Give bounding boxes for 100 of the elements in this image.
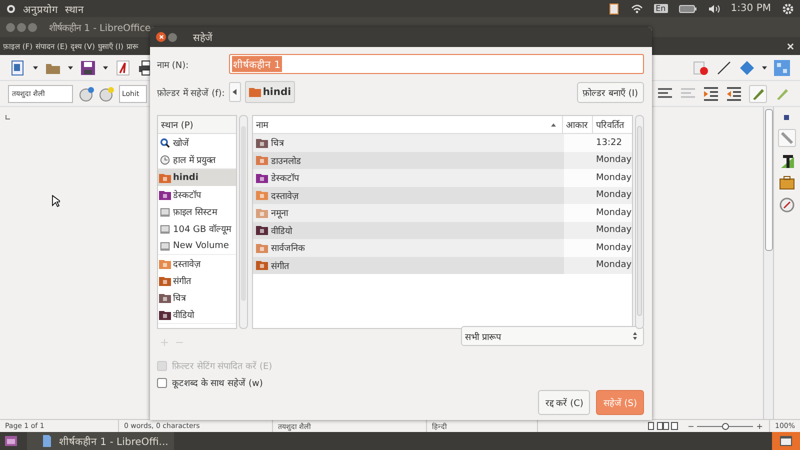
taskbar-window-title: शीर्षकहीन 1 - LibreOffi... (59, 435, 168, 448)
file-name-cell[interactable]: नमूना (253, 204, 564, 222)
sidebar-menu-icon[interactable] (782, 113, 792, 123)
file-name-cell[interactable]: दस्तावेज़ (253, 186, 564, 204)
place-item[interactable]: खोजें (158, 134, 236, 151)
caret-icon[interactable] (103, 66, 108, 70)
file-row[interactable]: संगीत Monday (253, 256, 632, 274)
place-item[interactable]: hindi (158, 169, 236, 186)
modified-cell-text: 13:22 (595, 136, 623, 150)
file-row[interactable]: नमूना Monday (253, 204, 632, 222)
folder-icon (256, 242, 268, 253)
file-name-cell[interactable]: वीडियो (253, 222, 564, 239)
clock-icon (159, 154, 171, 164)
mouse-pointer-icon (52, 195, 60, 207)
file-name-cell[interactable]: डाउनलोड (253, 152, 564, 169)
places-header[interactable]: स्थान (P) (158, 116, 236, 134)
file-list-scrollbar[interactable] (635, 115, 644, 329)
caret-icon[interactable] (68, 66, 73, 70)
volume-icon[interactable] (708, 2, 720, 14)
place-item[interactable]: फ़ाइल सिस्टम (158, 203, 236, 220)
place-item[interactable]: संगीत (158, 272, 236, 289)
page-view-icon[interactable] (648, 422, 678, 430)
highlighter-icon[interactable] (749, 84, 767, 102)
taskbar-window-button[interactable]: शीर्षकहीन 1 - LibreOffi... (27, 432, 174, 450)
modified-cell-text: Monday (595, 224, 632, 238)
place-item[interactable]: New Volume (158, 237, 236, 254)
briefcase-icon[interactable] (779, 175, 795, 191)
dialog-minimize-button[interactable] (168, 32, 177, 42)
zoom-out-button[interactable]: − (688, 422, 694, 430)
path-back-button[interactable] (228, 82, 241, 102)
places-scrollbar[interactable] (239, 115, 248, 329)
column-header[interactable]: नाम (253, 116, 563, 133)
checkbox-label: फ़िल्टर सेटिंग संपादित करें (E) (172, 360, 272, 372)
file-row[interactable]: डाउनलोड Monday (253, 152, 632, 169)
name-label: नाम (N): (157, 60, 190, 70)
outdent-icon[interactable] (726, 86, 742, 102)
cancel-button[interactable]: रद्द करें (C) (538, 390, 590, 415)
line-icon[interactable] (716, 60, 732, 76)
file-row[interactable]: वीडियो Monday (253, 222, 632, 239)
zoom-in-button[interactable]: + (756, 422, 763, 430)
file-name-cell[interactable]: संगीत (253, 256, 564, 274)
home-folder-icon (248, 87, 261, 97)
file-name-cell[interactable]: डेस्कटॉप (253, 169, 564, 186)
file-row[interactable]: सार्वजनिक Monday (253, 239, 632, 256)
column-header[interactable]: परिवर्तित (593, 116, 632, 133)
search-icon (159, 138, 171, 148)
window-title: शीर्षकहीन 1 - LibreOffice (49, 22, 151, 34)
caret-icon[interactable] (762, 66, 767, 70)
folder-icon (256, 138, 268, 148)
compass-icon[interactable] (779, 197, 795, 213)
wrench-icon[interactable] (778, 129, 796, 147)
record-icon[interactable] (693, 60, 709, 76)
keyboard-indicator[interactable]: En (654, 4, 668, 13)
window-icon (780, 435, 792, 447)
folder-icon (256, 225, 268, 236)
file-row[interactable]: दस्तावेज़ Monday (253, 186, 632, 204)
file-type-dropdown[interactable]: सभी प्रारूप (461, 326, 644, 346)
checkbox-label: कूटशब्द के साथ सहेजें (w) (172, 377, 263, 389)
drive-icon (159, 240, 171, 250)
panel-menu[interactable]: स्थान (65, 2, 84, 16)
text-style-icon[interactable] (779, 153, 795, 169)
battery-icon[interactable] (678, 4, 697, 12)
launcher-icon[interactable] (5, 435, 17, 447)
caret-icon[interactable] (33, 66, 38, 70)
place-item[interactable]: चित्र (158, 289, 236, 306)
power-icon[interactable] (6, 4, 16, 14)
dialog-close-button[interactable] (156, 32, 166, 42)
vertical-scrollbar[interactable] (763, 107, 773, 419)
checkbox[interactable] (157, 378, 167, 388)
close-icon[interactable] (787, 43, 794, 50)
place-item[interactable]: 104 GB वॉल्यूम (158, 220, 236, 237)
grid-icon[interactable] (774, 60, 790, 76)
settings-icon[interactable] (782, 2, 794, 14)
file-name-cell[interactable]: चित्र (253, 134, 564, 152)
create-folder-button[interactable]: फ़ोल्डर बनाएँ (I) (576, 82, 644, 102)
style-update-icon[interactable] (79, 86, 95, 102)
path-crumb-button[interactable]: hindi (244, 81, 296, 103)
place-item[interactable]: दस्तावेज़ (158, 255, 236, 272)
modified-cell-text: Monday (595, 154, 632, 168)
place-item[interactable]: डेस्कटॉप (158, 186, 236, 203)
clock[interactable]: 1:30 PM (730, 3, 771, 14)
zoom-slider-thumb[interactable] (722, 422, 730, 430)
file-name-cell[interactable]: सार्वजनिक (253, 239, 564, 256)
place-item[interactable]: हाल में प्रयुक्त (158, 151, 236, 168)
indent-icon[interactable] (703, 86, 719, 102)
panel-menu[interactable]: अनुप्रयोग (23, 2, 58, 16)
file-row[interactable]: डेस्कटॉप Monday (253, 169, 632, 186)
new-style-icon[interactable] (99, 86, 115, 102)
diamond-icon[interactable] (739, 60, 755, 76)
wifi-icon[interactable] (630, 2, 643, 14)
clipboard-icon[interactable] (608, 2, 620, 14)
new-document-icon[interactable] (10, 60, 26, 76)
updown-caret-icon (633, 332, 637, 340)
place-item[interactable]: वीडियो (158, 306, 236, 323)
column-header[interactable]: आकार (563, 116, 593, 133)
pdf-export-icon[interactable] (115, 60, 131, 76)
modified-cell-text: Monday (595, 189, 632, 202)
workspace-switcher-button[interactable] (772, 432, 800, 450)
folder-icon (256, 260, 268, 270)
save-icon[interactable] (80, 60, 96, 76)
